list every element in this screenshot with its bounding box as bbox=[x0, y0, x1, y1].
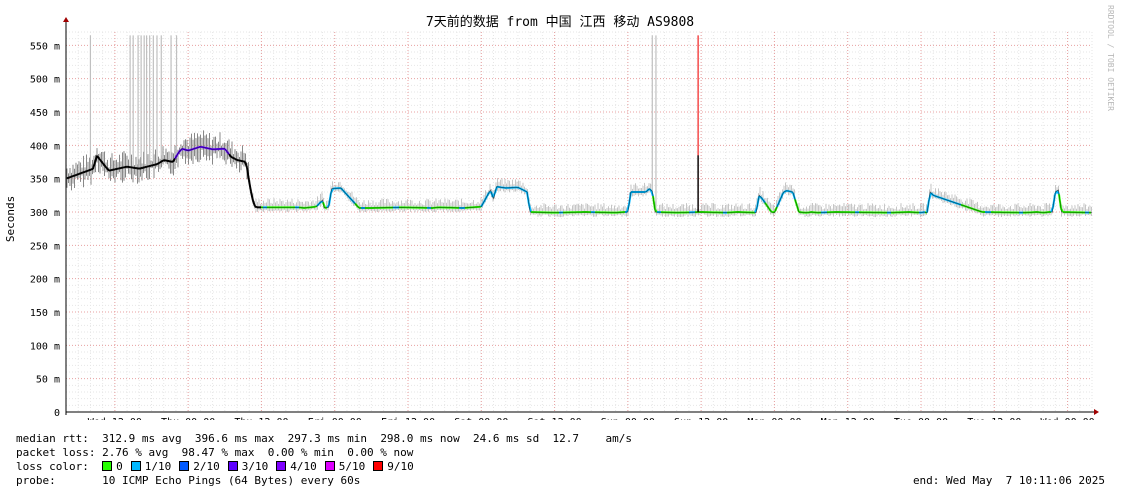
loss-color-swatch bbox=[324, 461, 335, 471]
median-rtt-label: median rtt: bbox=[16, 432, 89, 445]
x-tick-label: Sun 12:00 bbox=[674, 417, 728, 420]
loss-color-item-label: 2/10 bbox=[193, 460, 220, 473]
x-tick-label: Thu 00:00 bbox=[161, 417, 215, 420]
loss-color-item: 4/10 bbox=[276, 460, 317, 473]
chart-title: 7天前的数据 from 中国 江西 移动 AS9808 bbox=[426, 14, 694, 30]
y-axis-label: Seconds bbox=[4, 196, 17, 242]
loss-color-item-label: 0 bbox=[116, 460, 123, 473]
packet-loss-avg: 2.76 % avg bbox=[102, 446, 169, 459]
median-rtt-avg: 312.9 ms avg bbox=[102, 432, 182, 445]
x-tick-label: Fri 12:00 bbox=[381, 417, 435, 420]
loss-color-item-label: 9/10 bbox=[387, 460, 414, 473]
x-tick-label: Sat 00:00 bbox=[454, 417, 508, 420]
loss-color-swatch bbox=[276, 461, 287, 471]
y-tick-label: 400 m bbox=[30, 141, 60, 152]
x-tick-label: Sun 00:00 bbox=[601, 417, 655, 420]
y-tick-label: 300 m bbox=[30, 208, 60, 219]
legend-end-time: end: Wed May 7 10:11:06 2025 bbox=[912, 474, 1105, 487]
legend-packet-loss: packet loss: 2.76 % avg 98.47 % max 0.00… bbox=[16, 446, 413, 459]
loss-color-item: 5/10 bbox=[324, 460, 366, 473]
median-rtt-am-s: 12.7 am/s bbox=[552, 432, 633, 445]
loss-color-swatch bbox=[373, 461, 384, 471]
x-tick-label: Sat 12:00 bbox=[527, 417, 581, 420]
chart-svg: 0 50 m 100 m 150 m 200 m 250 m 300 m 350 m 400 m… bbox=[4, 5, 1115, 420]
median-rtt-min: 297.3 ms min bbox=[287, 432, 368, 445]
x-tick-label: Wed 00:00 bbox=[1040, 417, 1094, 420]
loss-color-swatch bbox=[179, 461, 190, 471]
packet-loss-min: 0.00 % min bbox=[267, 446, 334, 459]
loss-color-item-label: 5/10 bbox=[338, 460, 366, 473]
loss-color-swatch bbox=[227, 461, 238, 471]
packet-loss-now: 0.00 % now bbox=[347, 446, 414, 459]
probe-value: 10 ICMP Echo Pings (64 Bytes) every 60s bbox=[102, 474, 361, 487]
probe-label: probe: bbox=[16, 474, 56, 487]
y-tick-label: 0 bbox=[54, 408, 60, 419]
loss-color-item-label: 3/10 bbox=[241, 460, 269, 473]
y-tick-label: 350 m bbox=[30, 175, 60, 186]
x-tick-label: Tue 00:00 bbox=[894, 417, 948, 420]
loss-color-item: 0 bbox=[102, 460, 123, 473]
median-rtt-now: 298.0 ms now bbox=[380, 432, 460, 445]
legend-median-rtt: median rtt: 312.9 ms avg 396.6 ms max 29… bbox=[16, 432, 632, 445]
loss-color-items: 0 1/10 2/10 3/10 4/10 5/10 9/10 bbox=[102, 460, 422, 473]
y-tick-label: 150 m bbox=[30, 308, 60, 319]
loss-color-item: 2/10 bbox=[179, 460, 220, 473]
legend-loss-color: loss color: 0 1/10 2/10 3/10 4/10 5/10 9/10 bbox=[16, 460, 422, 473]
loss-color-item: 1/10 bbox=[130, 460, 172, 473]
median-rtt-max: 396.6 ms max bbox=[194, 432, 275, 445]
y-tick-label: 250 m bbox=[30, 241, 60, 252]
loss-color-swatch bbox=[130, 461, 141, 471]
legend-probe: probe: 10 ICMP Echo Pings (64 Bytes) eve… bbox=[16, 474, 360, 487]
x-axis-arrow bbox=[1094, 409, 1099, 415]
y-axis-arrow bbox=[63, 17, 69, 22]
loss-color-item-label: 1/10 bbox=[144, 460, 172, 473]
median-rtt-sd: 24.6 ms sd bbox=[473, 432, 540, 445]
x-tick-label: Fri 00:00 bbox=[308, 417, 362, 420]
rrdtool-watermark: RRDTOOL / TOBI OETIKER bbox=[1106, 5, 1115, 111]
smokeping-graph: 0 50 m 100 m 150 m 200 m 250 m 300 m 350 m 400 m… bbox=[0, 0, 1121, 494]
packet-loss-max: 98.47 % max bbox=[181, 446, 255, 459]
y-tick-label: 500 m bbox=[30, 75, 60, 86]
y-tick-label: 50 m bbox=[36, 375, 60, 386]
x-tick-label: Thu 12:00 bbox=[234, 417, 288, 420]
y-tick-label: 100 m bbox=[30, 341, 60, 352]
x-tick-label: Mon 00:00 bbox=[747, 417, 801, 420]
y-tick-label: 450 m bbox=[30, 108, 60, 119]
x-tick-label: Wed 12:00 bbox=[88, 417, 142, 420]
loss-color-label: loss color: bbox=[16, 460, 89, 473]
y-tick-label: 200 m bbox=[30, 275, 60, 286]
packet-loss-label: packet loss: bbox=[16, 446, 96, 459]
y-tick-label: 550 m bbox=[30, 41, 60, 52]
loss-color-item-label: 4/10 bbox=[290, 460, 317, 473]
loss-color-item: 3/10 bbox=[227, 460, 269, 473]
x-tick-label: Mon 12:00 bbox=[821, 417, 875, 420]
x-tick-label: Tue 12:00 bbox=[967, 417, 1021, 420]
loss-color-swatch bbox=[102, 461, 113, 471]
loss-color-item: 9/10 bbox=[373, 460, 414, 473]
